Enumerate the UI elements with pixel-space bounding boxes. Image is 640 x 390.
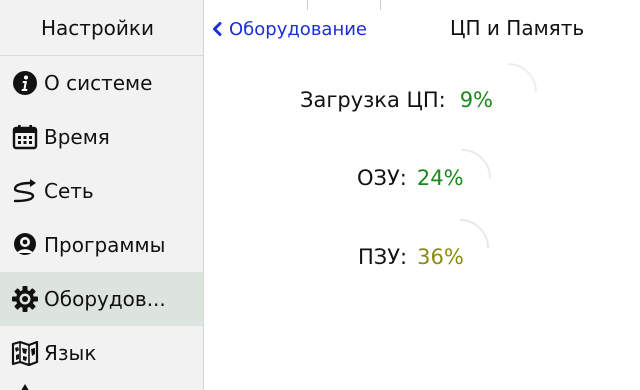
sidebar-item-apps[interactable]: Программы xyxy=(0,218,203,272)
sidebar-item-network[interactable]: Сеть xyxy=(0,164,203,218)
partial-icon xyxy=(10,380,40,390)
settings-window: Настройки О системе Время Сеть Программы… xyxy=(0,0,640,390)
gear-icon xyxy=(10,284,40,314)
cpu-stat: Загрузка ЦП: 9% xyxy=(300,88,493,112)
sidebar-item-label: Язык xyxy=(44,341,97,365)
rom-stat: ПЗУ: 36% xyxy=(358,245,464,269)
rom-value: 36% xyxy=(417,245,464,269)
cpu-value: 9% xyxy=(459,88,494,112)
back-button-label: Оборудование xyxy=(229,18,367,40)
apps-icon xyxy=(10,230,40,260)
page-title: ЦП и Память xyxy=(450,16,585,40)
sidebar-item-label: Программы xyxy=(44,233,166,257)
divider xyxy=(307,0,308,10)
sidebar-item-label: Сеть xyxy=(44,179,94,203)
sidebar-item-partial[interactable] xyxy=(0,380,203,390)
divider xyxy=(380,0,381,10)
sidebar-item-time[interactable]: Время xyxy=(0,110,203,164)
ram-value: 24% xyxy=(416,166,464,190)
info-icon xyxy=(10,68,40,98)
chevron-left-icon xyxy=(212,22,222,36)
sidebar-title: Настройки xyxy=(0,0,203,56)
map-icon xyxy=(10,338,40,368)
sidebar-item-label: О системе xyxy=(44,71,153,95)
network-icon xyxy=(10,176,40,206)
calendar-icon xyxy=(10,122,40,152)
sidebar-item-language[interactable]: Язык xyxy=(0,326,203,380)
back-button[interactable]: Оборудование xyxy=(212,16,367,42)
cpu-label: Загрузка ЦП: xyxy=(300,88,446,112)
ram-stat: ОЗУ: 24% xyxy=(357,166,464,190)
ram-label: ОЗУ: xyxy=(357,166,407,190)
sidebar-item-hardware[interactable]: Оборудов... xyxy=(0,272,203,326)
rom-label: ПЗУ: xyxy=(358,245,408,269)
sidebar: Настройки О системе Время Сеть Программы… xyxy=(0,0,204,390)
sidebar-item-label: Оборудов... xyxy=(44,287,166,311)
top-bar: Оборудование ЦП и Память xyxy=(204,0,640,56)
sidebar-item-label: Время xyxy=(44,125,110,149)
sidebar-item-about[interactable]: О системе xyxy=(0,56,203,110)
